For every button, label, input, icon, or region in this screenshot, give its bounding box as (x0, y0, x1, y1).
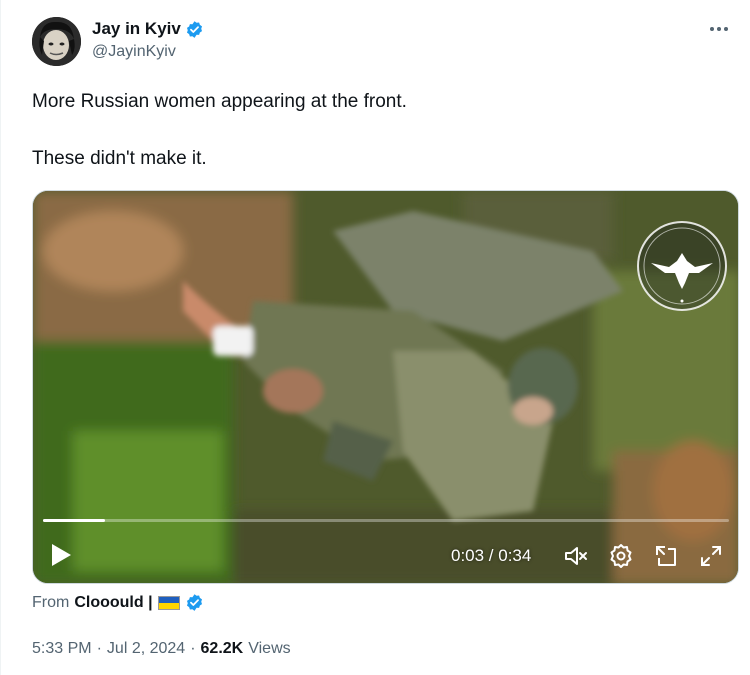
views-count: 62.2K (200, 640, 244, 657)
video-time: 0:03 / 0:34 (451, 546, 532, 565)
settings-icon[interactable] (608, 543, 634, 569)
tweet-text-line-2: These didn't make it. (32, 148, 207, 169)
more-options-icon[interactable] (704, 17, 734, 41)
progress-bar[interactable] (43, 519, 729, 522)
ukraine-flag-icon (157, 595, 180, 610)
handle[interactable]: @JayinKyiv (92, 43, 204, 61)
author-block: Jay in Kyiv @JayinKyiv (92, 18, 204, 61)
watermark-logo (637, 221, 727, 311)
mute-icon[interactable] (563, 543, 589, 569)
video-player[interactable]: 0:03 / 0:34 (32, 190, 739, 584)
media-source: From Clooould | (32, 593, 204, 612)
verified-badge-icon[interactable] (185, 20, 204, 39)
display-name[interactable]: Jay in Kyiv (92, 19, 181, 39)
video-frame (33, 191, 738, 583)
views-label: Views (248, 640, 291, 657)
play-icon[interactable] (49, 542, 73, 568)
pip-icon[interactable] (653, 543, 679, 569)
source-account-name[interactable]: Clooould | (74, 594, 152, 612)
tweet-meta: 5:33 PM · Jul 2, 2024 · 62.2K Views (32, 640, 291, 658)
tweet-text-line-1: More Russian women appearing at the fron… (32, 91, 407, 112)
tweet-date[interactable]: Jul 2, 2024 (107, 640, 185, 658)
avatar[interactable] (32, 17, 81, 66)
progress-fill (43, 519, 105, 522)
from-label: From (32, 593, 70, 611)
verified-badge-icon (185, 593, 204, 612)
tweet: Jay in Kyiv @JayinKyiv More Russian wome… (0, 0, 750, 675)
fullscreen-icon[interactable] (698, 543, 724, 569)
tweet-time[interactable]: 5:33 PM (32, 640, 92, 658)
